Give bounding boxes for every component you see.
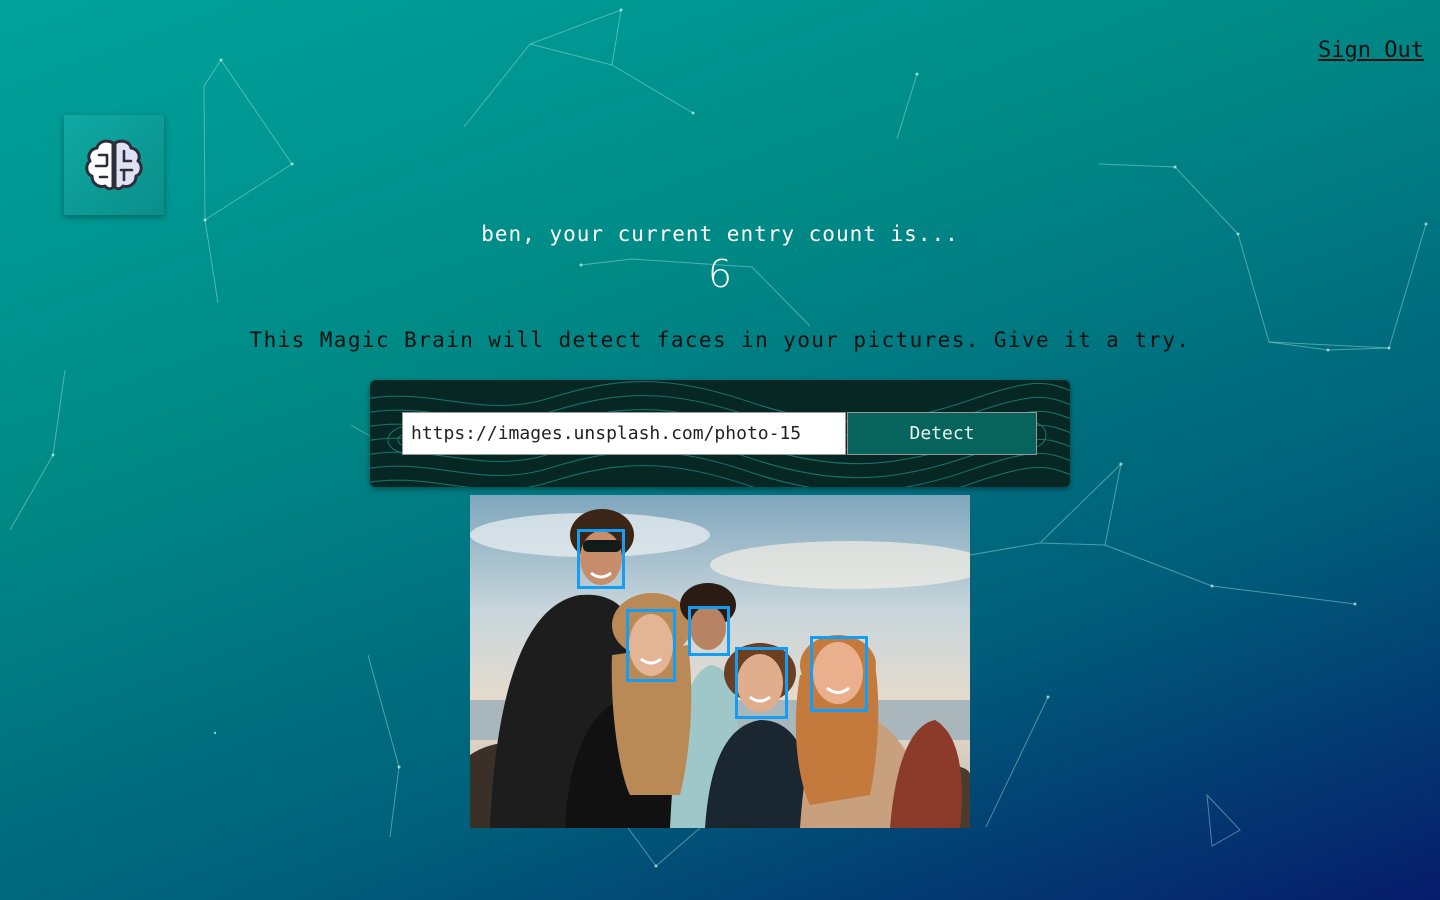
brain-icon xyxy=(85,139,143,191)
face-bounding-box xyxy=(688,606,730,656)
face-bounding-box xyxy=(626,609,676,682)
face-bounding-box xyxy=(735,647,788,719)
face-bounding-box xyxy=(577,529,625,589)
logo xyxy=(64,115,164,215)
entry-count: 6 xyxy=(707,252,733,296)
sign-out-link[interactable]: Sign Out xyxy=(1318,38,1424,63)
intro-text: This Magic Brain will detect faces in yo… xyxy=(249,328,1191,352)
detect-button[interactable]: Detect xyxy=(847,412,1037,455)
face-bounding-box xyxy=(810,636,868,712)
image-link-form: Detect xyxy=(370,380,1070,487)
face-recognition-image xyxy=(470,495,970,828)
image-url-input[interactable] xyxy=(402,412,846,455)
entry-greeting: ben, your current entry count is... xyxy=(481,222,959,246)
group-photo xyxy=(470,495,970,828)
